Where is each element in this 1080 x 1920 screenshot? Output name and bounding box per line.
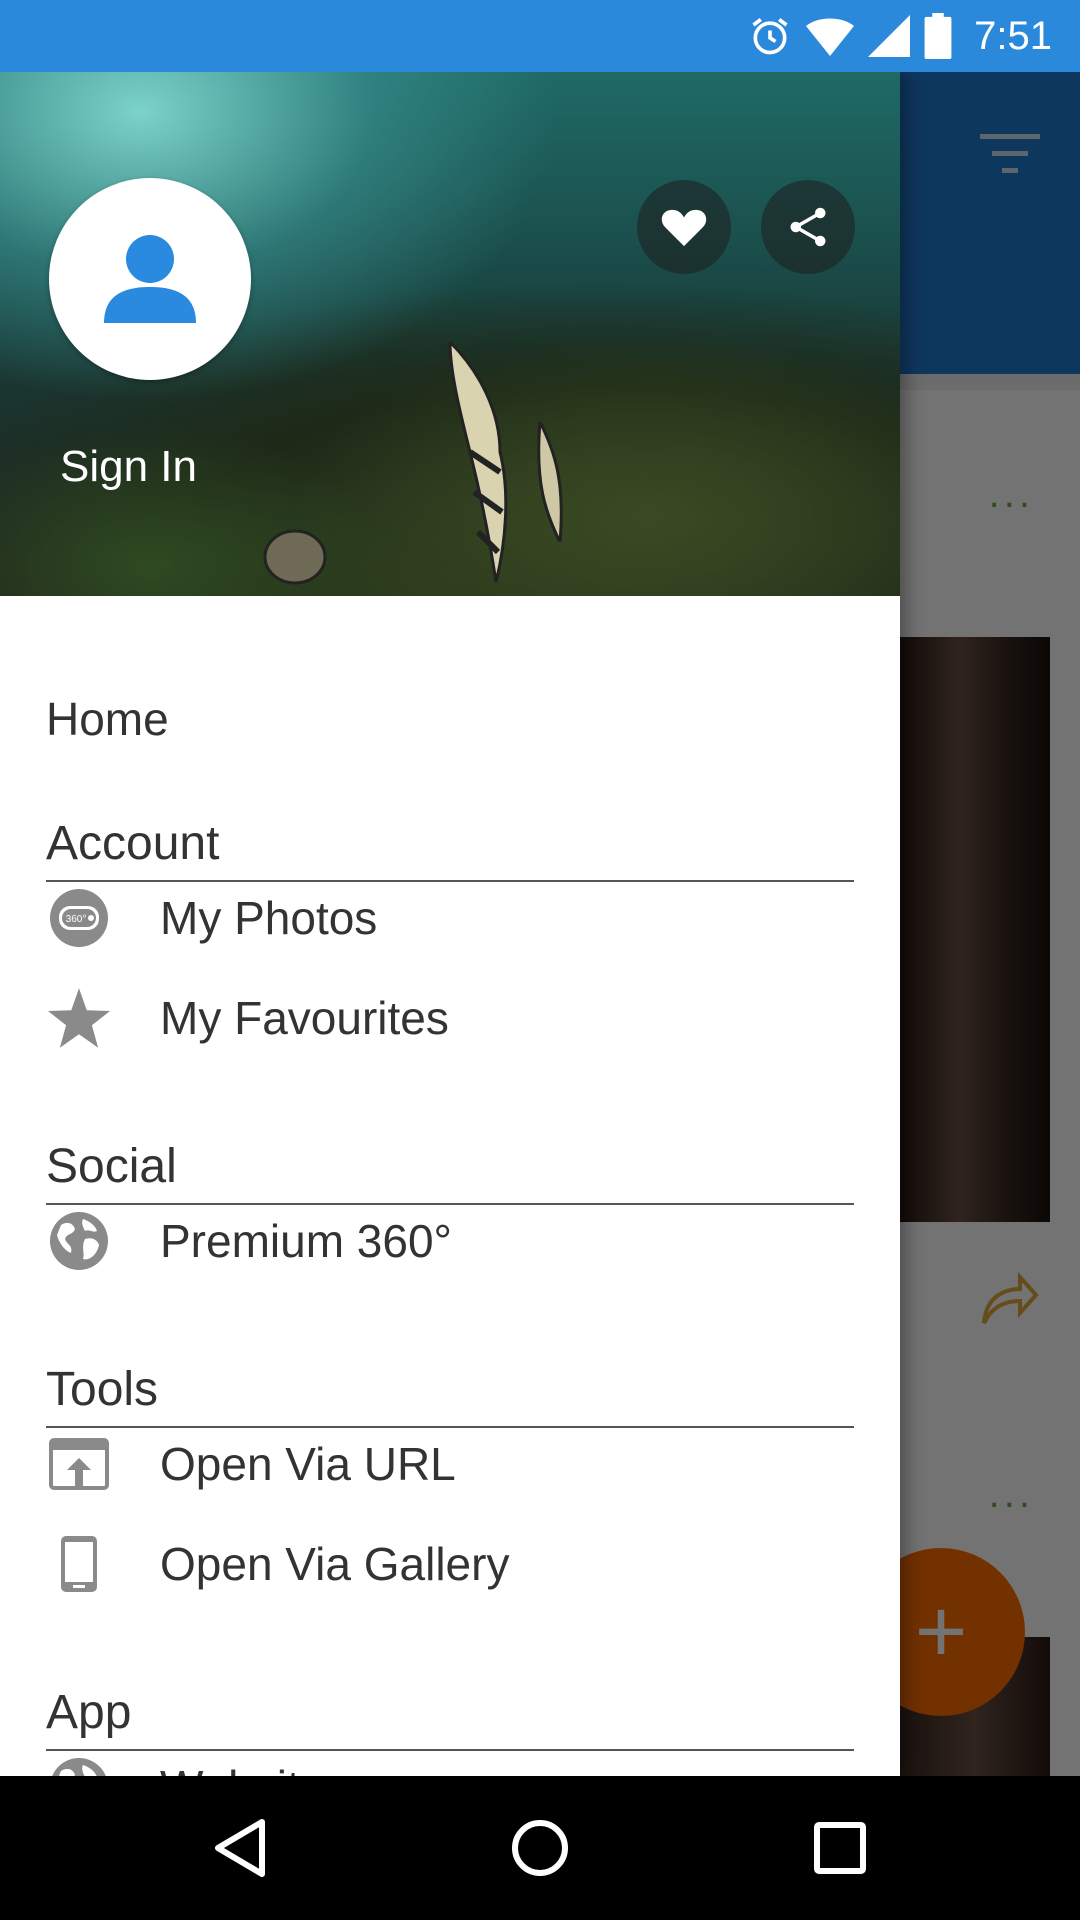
phone-icon	[46, 1531, 112, 1597]
share-button[interactable]	[761, 180, 855, 274]
system-navigation-bar	[0, 1776, 1080, 1920]
navigation-drawer: Sign In Home Account 360° My Photos My F…	[0, 72, 900, 1776]
menu-item-home[interactable]: Home	[46, 696, 169, 742]
status-bar: 7:51	[0, 0, 1080, 72]
avatar[interactable]	[49, 178, 251, 380]
globe-icon	[46, 1754, 112, 1776]
section-header-account: Account	[46, 820, 854, 882]
menu-item-website[interactable]: Website	[46, 1747, 854, 1776]
360-camera-icon: 360°	[46, 885, 112, 951]
clock: 7:51	[974, 13, 1052, 58]
menu-item-label: My Favourites	[160, 992, 449, 1044]
menu-item-my-favourites[interactable]: My Favourites	[46, 978, 854, 1058]
globe-icon	[46, 1208, 112, 1274]
menu-item-premium-360[interactable]: Premium 360°	[46, 1201, 854, 1281]
back-button[interactable]	[208, 1816, 272, 1880]
section-header-app: App	[46, 1689, 854, 1751]
back-icon	[215, 1819, 265, 1877]
menu-item-label: Open Via URL	[160, 1438, 456, 1490]
alarm-icon	[752, 18, 788, 55]
sign-in-link[interactable]: Sign In	[60, 442, 197, 492]
home-icon	[512, 1820, 568, 1876]
fish-decoration	[263, 529, 327, 585]
drawer-header: Sign In	[0, 72, 900, 596]
upload-window-icon	[46, 1431, 112, 1497]
menu-item-label: Open Via Gallery	[160, 1538, 510, 1590]
menu-item-label: Premium 360°	[160, 1215, 452, 1267]
favourite-button[interactable]	[637, 180, 731, 274]
menu-item-label: My Photos	[160, 892, 378, 944]
share-icon	[790, 207, 826, 247]
fish-decoration	[537, 422, 563, 542]
status-icons: 7:51	[748, 0, 1052, 72]
person-icon	[104, 235, 196, 323]
section-header-social: Social	[46, 1143, 854, 1205]
recents-button[interactable]	[808, 1816, 872, 1880]
menu-item-open-via-gallery[interactable]: Open Via Gallery	[46, 1524, 854, 1604]
menu-item-open-via-url[interactable]: Open Via URL	[46, 1424, 854, 1504]
menu-item-label: Website	[160, 1760, 325, 1776]
menu-item-my-photos[interactable]: 360° My Photos	[46, 878, 854, 958]
star-icon	[46, 985, 112, 1051]
home-button[interactable]	[508, 1816, 572, 1880]
signal-icon	[868, 15, 911, 57]
heart-icon	[661, 209, 707, 247]
svg-text:360°: 360°	[66, 914, 87, 925]
section-header-tools: Tools	[46, 1366, 854, 1428]
battery-icon	[924, 13, 952, 59]
wifi-icon	[806, 18, 855, 56]
recents-icon	[814, 1822, 866, 1874]
